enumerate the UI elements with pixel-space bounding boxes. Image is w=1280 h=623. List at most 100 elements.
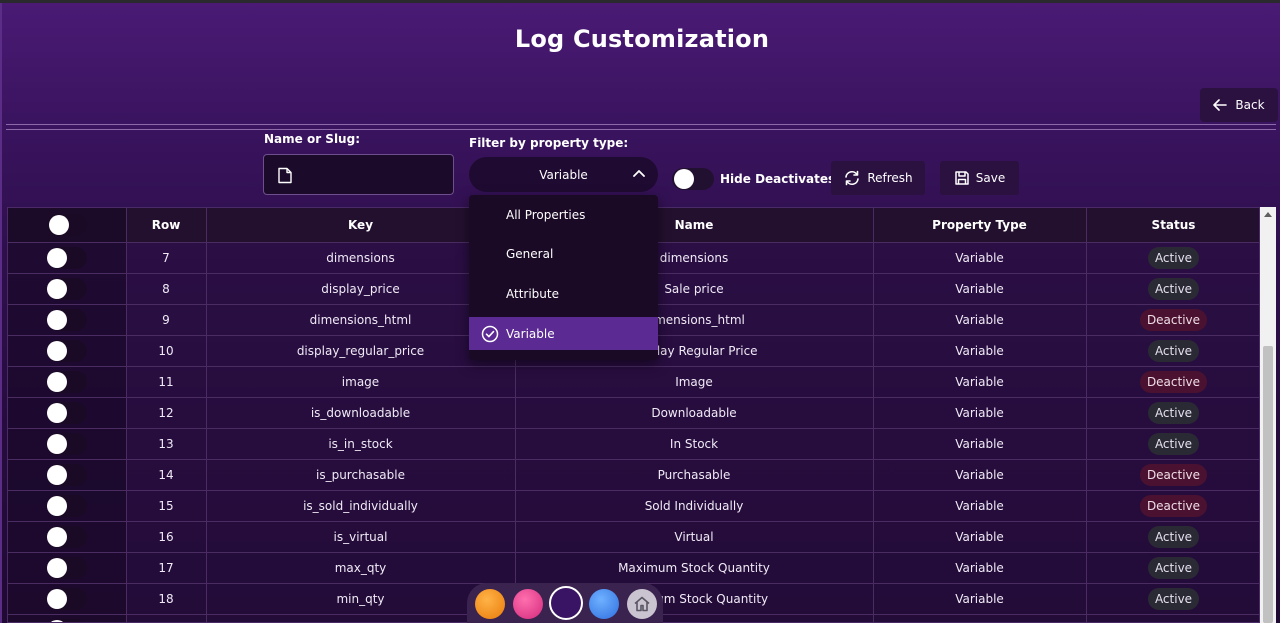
property-type: Variable: [873, 242, 1087, 273]
row-enable-toggle[interactable]: [46, 277, 87, 300]
row-enable-toggle[interactable]: [46, 401, 87, 424]
property-type: Variable: [873, 397, 1087, 428]
scroll-up-arrow-icon[interactable]: [1264, 212, 1272, 217]
row-toggle-cell: [8, 273, 127, 304]
status-badge[interactable]: Active: [1147, 401, 1200, 424]
column-header-row[interactable]: Row: [126, 208, 207, 242]
row-number: 13: [126, 428, 207, 459]
property-type-select[interactable]: Variable: [469, 157, 658, 192]
dropdown-option-variable-label: Variable: [506, 326, 555, 341]
property-key: is_virtual: [206, 521, 516, 552]
name-slug-field[interactable]: [263, 154, 454, 195]
table-row[interactable]: 17 max_qty Maximum Stock Quantity Variable A…: [8, 552, 1259, 583]
status-badge[interactable]: Active: [1147, 432, 1200, 455]
row-enable-toggle[interactable]: [46, 308, 87, 331]
property-type: [873, 614, 1087, 622]
scrollbar-thumb[interactable]: [1263, 346, 1273, 623]
status-cell: [1086, 614, 1259, 622]
dropdown-option-variable[interactable]: Variable: [469, 317, 658, 350]
row-number: 16: [126, 521, 207, 552]
chevron-up-icon: [633, 170, 645, 177]
divider: [6, 129, 1276, 130]
table-row[interactable]: 12 is_downloadable Downloadable Variable Act…: [8, 397, 1259, 428]
row-number: 18: [126, 583, 207, 614]
blue-theme-icon[interactable]: [589, 589, 619, 619]
status-badge[interactable]: Deactive: [1139, 308, 1208, 331]
status-badge[interactable]: Active: [1147, 556, 1200, 579]
column-header-status[interactable]: Status: [1086, 208, 1259, 242]
property-type-filter-label: Filter by property type:: [469, 136, 629, 150]
back-button[interactable]: Back: [1200, 88, 1278, 122]
row-enable-toggle[interactable]: [46, 339, 87, 362]
save-button-label: Save: [975, 171, 1006, 185]
property-type: Variable: [873, 366, 1087, 397]
dropdown-option-attribute[interactable]: Attribute: [469, 277, 658, 310]
status-cell: Active: [1086, 428, 1259, 459]
name-slug-label: Name or Slug:: [264, 132, 360, 146]
column-header-property-type[interactable]: Property Type: [873, 208, 1087, 242]
row-number: 11: [126, 366, 207, 397]
table-row[interactable]: 14 is_purchasable Purchasable Variable Deact…: [8, 459, 1259, 490]
table-row[interactable]: 13 is_in_stock In Stock Variable Active: [8, 428, 1259, 459]
property-type: Variable: [873, 428, 1087, 459]
property-name: Maximum Stock Quantity: [515, 552, 874, 583]
property-type: Variable: [873, 552, 1087, 583]
row-toggle-cell: [8, 552, 127, 583]
pink-theme-icon[interactable]: [513, 589, 543, 619]
table-scrollbar[interactable]: [1260, 207, 1276, 623]
document-icon: [278, 167, 292, 184]
status-badge[interactable]: Active: [1147, 246, 1200, 269]
row-enable-toggle[interactable]: [46, 370, 87, 393]
row-enable-toggle[interactable]: [46, 463, 87, 486]
row-number: 9: [126, 304, 207, 335]
status-badge[interactable]: Active: [1147, 339, 1200, 362]
property-key: max_qty: [206, 552, 516, 583]
hide-deactivates-toggle[interactable]: [672, 168, 714, 190]
property-key: image: [206, 366, 516, 397]
purple-theme-icon[interactable]: [549, 586, 583, 620]
home-button[interactable]: [627, 589, 657, 619]
row-toggle-cell: [8, 366, 127, 397]
row-number: 17: [126, 552, 207, 583]
property-key: is_in_stock: [206, 428, 516, 459]
hide-deactivates-toggle-group: Hide Deactivates: [672, 168, 835, 190]
name-slug-input[interactable]: [302, 163, 442, 187]
status-badge[interactable]: Active: [1147, 277, 1200, 300]
row-enable-toggle[interactable]: [46, 525, 87, 548]
row-enable-toggle[interactable]: [46, 556, 87, 579]
select-all-toggle[interactable]: [46, 213, 87, 236]
status-badge[interactable]: Active: [1147, 587, 1200, 610]
property-name: Downloadable: [515, 397, 874, 428]
orange-theme-icon[interactable]: [475, 589, 505, 619]
row-toggle-cell: [8, 304, 127, 335]
row-number: 8: [126, 273, 207, 304]
row-enable-toggle[interactable]: [46, 246, 87, 269]
table-row[interactable]: 11 image Image Variable Deactive: [8, 366, 1259, 397]
save-button[interactable]: Save: [940, 161, 1019, 195]
row-enable-toggle[interactable]: [46, 618, 87, 622]
table-row[interactable]: 15 is_sold_individually Sold Individually V…: [8, 490, 1259, 521]
row-toggle-cell: [8, 521, 127, 552]
refresh-button[interactable]: Refresh: [831, 161, 925, 195]
status-badge[interactable]: Deactive: [1139, 463, 1208, 486]
row-enable-toggle[interactable]: [46, 494, 87, 517]
save-icon: [955, 171, 969, 185]
arrow-left-icon: [1213, 99, 1228, 111]
row-enable-toggle[interactable]: [46, 432, 87, 455]
dropdown-option-general[interactable]: General: [469, 237, 658, 270]
property-type: Variable: [873, 335, 1087, 366]
status-badge[interactable]: Active: [1147, 525, 1200, 548]
table-row[interactable]: 16 is_virtual Virtual Variable Active: [8, 521, 1259, 552]
status-cell: Deactive: [1086, 304, 1259, 335]
row-number: 14: [126, 459, 207, 490]
row-toggle-cell: [8, 490, 127, 521]
page-title: Log Customization: [514, 25, 770, 53]
dropdown-option-all-properties[interactable]: All Properties: [469, 198, 658, 231]
property-type: Variable: [873, 304, 1087, 335]
status-badge[interactable]: Deactive: [1139, 370, 1208, 393]
status-cell: Active: [1086, 521, 1259, 552]
row-number: 10: [126, 335, 207, 366]
row-enable-toggle[interactable]: [46, 587, 87, 610]
property-name: Image: [515, 366, 874, 397]
status-badge[interactable]: Deactive: [1139, 494, 1208, 517]
